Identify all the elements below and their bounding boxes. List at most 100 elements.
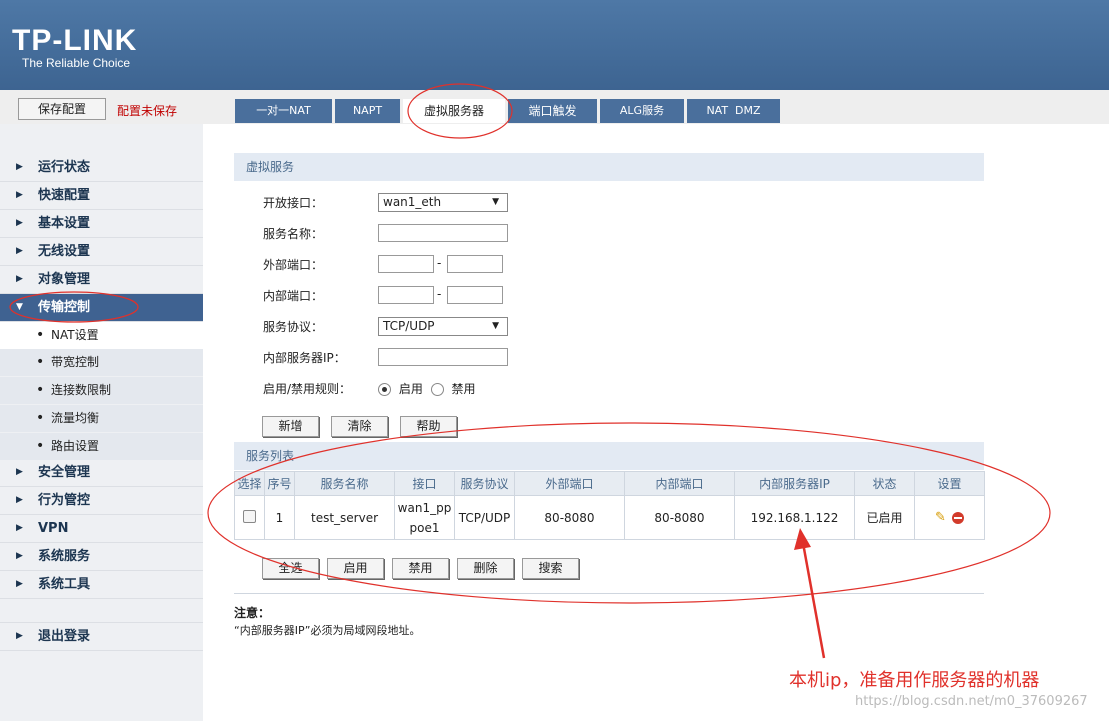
col-header-settings: 设置 <box>914 471 985 496</box>
row-status: 已启用 <box>854 495 915 540</box>
bullet-icon: • <box>36 410 45 426</box>
sidebar-item-quick-setup[interactable]: ▶ 快速配置 <box>0 182 203 210</box>
divider <box>234 593 984 594</box>
delete-icon[interactable] <box>951 511 964 524</box>
row-index: 1 <box>264 495 295 540</box>
search-button[interactable]: 搜索 <box>522 558 579 579</box>
row-int-port: 80-8080 <box>624 495 735 540</box>
table-row: 1 test_server wan1_pppoe1 TCP/UDP 80-808… <box>234 495 985 540</box>
unsaved-status-text: 配置未保存 <box>117 104 178 118</box>
select-all-button[interactable]: 全选 <box>262 558 319 579</box>
protocol-select[interactable]: TCP/UDP ▼ <box>378 317 508 336</box>
port-range-separator: - <box>437 256 442 270</box>
save-config-button[interactable]: 保存配置 <box>18 98 106 120</box>
disable-button[interactable]: 禁用 <box>392 558 449 579</box>
dropdown-arrow-icon: ▼ <box>492 197 499 207</box>
logo-slogan: The Reliable Choice <box>22 56 131 70</box>
clear-button[interactable]: 清除 <box>331 416 388 437</box>
service-name-label: 服务名称： <box>263 227 324 241</box>
tab-virtual-server[interactable]: 虚拟服务器 <box>403 99 505 123</box>
sidebar-item-behavior[interactable]: ▶ 行为管控 <box>0 487 203 515</box>
sidebar-item-system-service[interactable]: ▶ 系统服务 <box>0 543 203 571</box>
disable-radio-label: 禁用 <box>451 382 476 396</box>
tab-one-to-one-nat[interactable]: 一对一NAT <box>235 99 332 123</box>
tab-alg-service[interactable]: ALG服务 <box>600 99 684 123</box>
add-button[interactable]: 新增 <box>262 416 319 437</box>
sidebar-subitem-nat[interactable]: • NAT设置 <box>0 322 203 349</box>
col-header-ext-port: 外部端口 <box>514 471 625 496</box>
bullet-icon: • <box>36 327 45 343</box>
sidebar-subitem-connection-limit[interactable]: • 连接数限制 <box>0 377 203 404</box>
annotation-text: 本机ip，准备用作服务器的机器 <box>789 670 1040 691</box>
row-settings-cell: ✎ <box>914 495 985 540</box>
col-header-server-ip: 内部服务器IP <box>734 471 855 496</box>
table-header-row: 选择 序号 服务名称 接口 服务协议 外部端口 内部端口 内部服务器IP 状态 … <box>234 471 985 496</box>
row-interface: wan1_pppoe1 <box>394 495 455 540</box>
tab-nat-dmz[interactable]: NAT DMZ <box>687 99 780 123</box>
sidebar-item-security[interactable]: ▶ 安全管理 <box>0 459 203 487</box>
edit-icon[interactable]: ✎ <box>935 510 946 525</box>
col-header-interface: 接口 <box>394 471 455 496</box>
sidebar-item-basic[interactable]: ▶ 基本设置 <box>0 210 203 238</box>
row-ext-port: 80-8080 <box>514 495 625 540</box>
sidebar-item-system-tools[interactable]: ▶ 系统工具 <box>0 571 203 599</box>
dropdown-arrow-icon: ▼ <box>492 321 499 331</box>
chevron-right-icon: ▶ <box>16 579 23 589</box>
chevron-right-icon: ▶ <box>16 551 23 561</box>
sidebar-item-transmission[interactable]: ▼ 传输控制 <box>0 294 203 322</box>
col-header-int-port: 内部端口 <box>624 471 735 496</box>
server-ip-input[interactable] <box>378 348 508 366</box>
server-ip-label: 内部服务器IP： <box>263 351 346 365</box>
note-text: “内部服务器IP”必须为局域网段地址。 <box>234 624 421 637</box>
row-select-cell <box>234 495 265 540</box>
enable-button[interactable]: 启用 <box>327 558 384 579</box>
enable-rule-radio-group: 启用 禁用 <box>378 380 476 397</box>
tab-napt[interactable]: NAPT <box>335 99 400 123</box>
sidebar-subitem-load-balance[interactable]: • 流量均衡 <box>0 405 203 432</box>
delete-button[interactable]: 删除 <box>457 558 514 579</box>
section-title-service-list: 服务列表 <box>234 442 984 470</box>
sidebar-item-logout[interactable]: ▶ 退出登录 <box>0 622 203 651</box>
watermark: https://blog.csdn.net/m0_37609267 <box>855 694 1088 709</box>
sidebar-item-vpn[interactable]: ▶ VPN <box>0 515 203 543</box>
note-title: 注意： <box>234 606 271 620</box>
sidebar-item-status[interactable]: ▶ 运行状态 <box>0 154 203 182</box>
chevron-right-icon: ▶ <box>16 631 23 641</box>
bullet-icon: • <box>36 438 45 454</box>
help-button[interactable]: 帮助 <box>400 416 457 437</box>
col-header-name: 服务名称 <box>294 471 395 496</box>
chevron-right-icon: ▶ <box>16 495 23 505</box>
row-protocol: TCP/UDP <box>454 495 515 540</box>
chevron-right-icon: ▶ <box>16 162 23 172</box>
section-title-virtual-service: 虚拟服务 <box>234 153 984 181</box>
col-header-protocol: 服务协议 <box>454 471 515 496</box>
col-header-index: 序号 <box>264 471 295 496</box>
enable-radio-label: 启用 <box>398 382 423 396</box>
chevron-down-icon: ▼ <box>16 302 23 312</box>
sidebar-item-wireless[interactable]: ▶ 无线设置 <box>0 238 203 266</box>
sidebar-subitem-routing[interactable]: • 路由设置 <box>0 433 203 460</box>
external-port-label: 外部端口： <box>263 258 324 272</box>
enable-radio[interactable] <box>378 383 391 396</box>
internal-port-end-input[interactable] <box>447 286 503 304</box>
chevron-right-icon: ▶ <box>16 246 23 256</box>
row-server-ip: 192.168.1.122 <box>734 495 855 540</box>
row-service-name: test_server <box>294 495 395 540</box>
internal-port-start-input[interactable] <box>378 286 434 304</box>
tp-link-logo: TP-LINK <box>12 24 138 57</box>
disable-radio[interactable] <box>430 383 444 396</box>
external-port-end-input[interactable] <box>447 255 503 273</box>
service-name-input[interactable] <box>378 224 508 242</box>
chevron-right-icon: ▶ <box>16 190 23 200</box>
enable-rule-label: 启用/禁用规则： <box>263 382 352 396</box>
sidebar-subitem-bandwidth[interactable]: • 带宽控制 <box>0 349 203 376</box>
tab-port-trigger[interactable]: 端口触发 <box>508 99 597 123</box>
external-port-start-input[interactable] <box>378 255 434 273</box>
row-checkbox[interactable] <box>243 509 256 523</box>
col-header-status: 状态 <box>854 471 915 496</box>
chevron-right-icon: ▶ <box>16 523 23 533</box>
chevron-right-icon: ▶ <box>16 274 23 284</box>
interface-label: 开放接口： <box>263 196 324 210</box>
sidebar-item-objects[interactable]: ▶ 对象管理 <box>0 266 203 294</box>
interface-select[interactable]: wan1_eth ▼ <box>378 193 508 212</box>
